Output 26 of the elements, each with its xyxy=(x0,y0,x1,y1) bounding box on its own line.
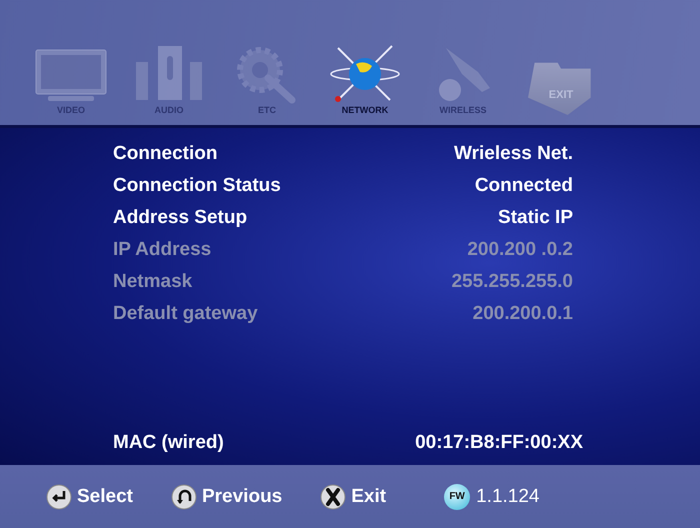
setting-value: Connected xyxy=(474,175,573,197)
setting-value: Wrieless Net. xyxy=(454,143,573,165)
firmware-badge: FW xyxy=(444,484,470,510)
setting-value: Static IP xyxy=(498,207,573,229)
setting-label: Connection xyxy=(113,143,218,165)
firmware-version: 1.1.124 xyxy=(476,486,540,508)
globe-orbit-icon xyxy=(328,44,402,104)
hint-label: Exit xyxy=(351,486,386,508)
setting-value: 00:17:B8:FF:00:XX xyxy=(415,432,583,454)
setting-value: 255.255.255.0 xyxy=(451,271,573,293)
menu-item[interactable]: WIRELESS xyxy=(420,44,506,115)
menu-item[interactable]: NETWORK xyxy=(322,44,408,115)
setting-label: MAC (wired) xyxy=(113,432,224,454)
enter-key-icon xyxy=(46,484,72,510)
setting-value: 200.200 .0.2 xyxy=(467,239,573,261)
setting-label: Address Setup xyxy=(113,207,248,229)
tv-icon xyxy=(34,48,108,104)
setting-value: 200.200.0.1 xyxy=(472,303,573,325)
setting-label: IP Address xyxy=(113,239,212,261)
menu-label: NETWORK xyxy=(342,105,388,115)
menu-label: WIRELESS xyxy=(439,105,486,115)
setting-label: Default gateway xyxy=(113,303,258,325)
hint-label: Select xyxy=(77,486,133,508)
hint-label: Previous xyxy=(202,486,282,508)
setting-label: Netmask xyxy=(113,271,192,293)
setting-label: Connection Status xyxy=(113,175,281,197)
